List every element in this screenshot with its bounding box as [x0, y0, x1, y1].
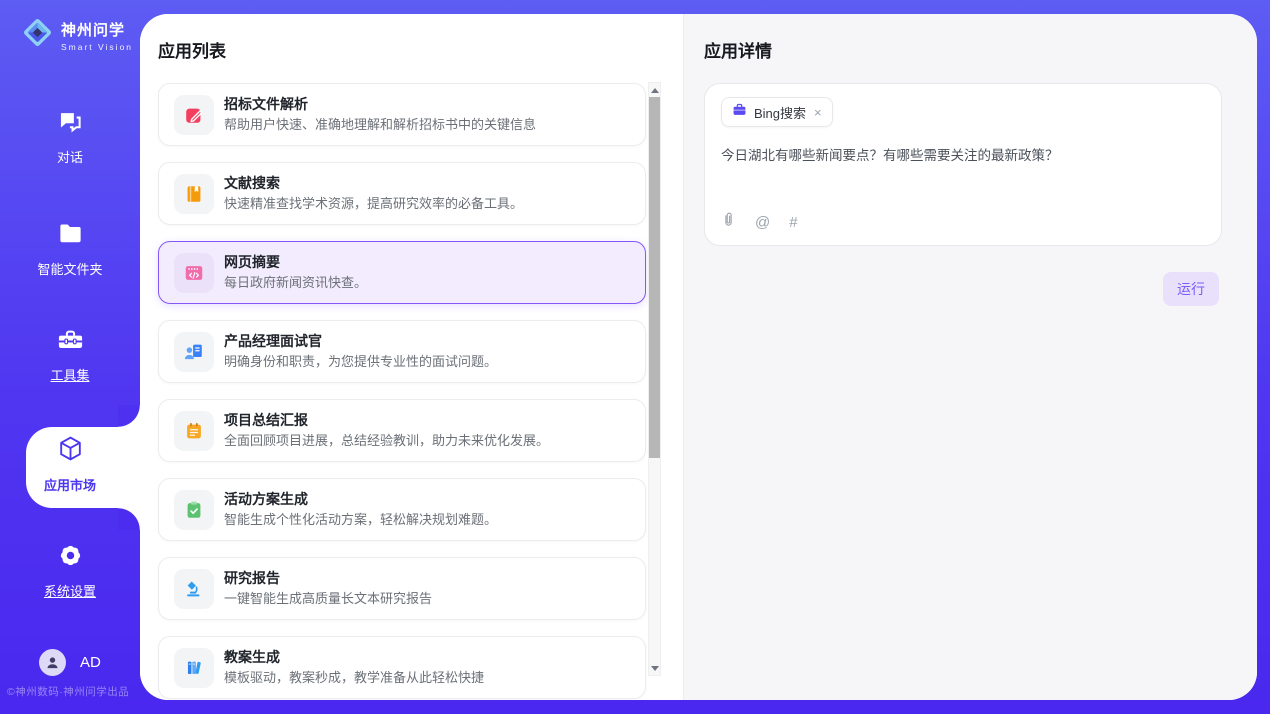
app-card-desc: 智能生成个性化活动方案，轻松解决规划难题。: [224, 512, 497, 528]
app-card-lesson-plan[interactable]: 教案生成 模板驱动，教案秒成，教学准备从此轻松快捷: [158, 636, 646, 699]
query-input[interactable]: 今日湖北有哪些新闻要点？有哪些需要关注的最新政策？: [721, 144, 1205, 211]
briefcase-icon: [732, 102, 747, 122]
scroll-up-arrow-icon[interactable]: [649, 84, 660, 96]
app-card-title: 项目总结汇报: [224, 412, 549, 429]
sidebar-item-label: 应用市场: [44, 475, 96, 494]
app-card-title: 文献搜索: [224, 175, 523, 192]
app-card-web-summary[interactable]: 网页摘要 每日政府新闻资讯快查。: [158, 241, 646, 304]
sidebar: 神州问学 Smart Vision 对话 智能文件夹: [0, 0, 140, 714]
app-detail-title: 应用详情: [704, 40, 1257, 64]
copyright-footer: ©神州数码·神州问学出品: [7, 684, 140, 699]
sidebar-item-settings[interactable]: 系统设置: [0, 542, 140, 600]
sidebar-item-app-market[interactable]: 应用市场: [0, 434, 140, 494]
book-icon: [174, 174, 214, 214]
app-logo: 神州问学 Smart Vision: [21, 16, 133, 54]
sidebar-item-label: 系统设置: [44, 581, 96, 600]
list-scrollbar[interactable]: [648, 82, 661, 676]
app-card-pm-interviewer[interactable]: 产品经理面试官 明确身份和职责，为您提供专业性的面试问题。: [158, 320, 646, 383]
close-icon[interactable]: ×: [814, 105, 822, 120]
app-card-bid-parse[interactable]: 招标文件解析 帮助用户快速、准确地理解和解析招标书中的关键信息: [158, 83, 646, 146]
app-card-desc: 明确身份和职责，为您提供专业性的面试问题。: [224, 354, 497, 370]
notepad-icon: [174, 411, 214, 451]
gear-icon: [57, 542, 84, 574]
app-card-title: 教案生成: [224, 649, 484, 666]
app-card-desc: 快速精准查找学术资源，提高研究效率的必备工具。: [224, 196, 523, 212]
scrollbar-thumb[interactable]: [649, 97, 660, 458]
app-card-desc: 全面回顾项目进展，总结经验教训，助力未来优化发展。: [224, 433, 549, 449]
mention-icon[interactable]: @: [755, 214, 770, 231]
run-button[interactable]: 运行: [1163, 272, 1219, 306]
app-card-desc: 模板驱动，教案秒成，教学准备从此轻松快捷: [224, 670, 484, 686]
user-name: AD: [80, 654, 101, 671]
app-card-desc: 一键智能生成高质量长文本研究报告: [224, 591, 432, 607]
folder-icon: [57, 220, 84, 252]
app-card-desc: 每日政府新闻资讯快查。: [224, 275, 367, 291]
app-card-title: 研究报告: [224, 570, 432, 587]
edit-icon: [174, 95, 214, 135]
chat-icon: [57, 108, 84, 140]
toolbox-icon: [57, 326, 84, 358]
app-card-title: 招标文件解析: [224, 96, 536, 113]
app-detail-pane: 应用详情 Bing搜索 × 今日湖北有哪些新闻要点？有哪些需要关注的最新政策？: [683, 14, 1257, 700]
browser-icon: [174, 253, 214, 293]
sidebar-item-smart-folder[interactable]: 智能文件夹: [0, 220, 140, 278]
app-list-pane: 应用列表 招标文件解析 帮助用户快速、准确地理解和解析招标书中的关键信息: [140, 14, 683, 700]
app-card-literature-search[interactable]: 文献搜索 快速精准查找学术资源，提高研究效率的必备工具。: [158, 162, 646, 225]
tool-tag-bing-search[interactable]: Bing搜索 ×: [721, 97, 833, 127]
sidebar-item-label: 工具集: [50, 365, 89, 384]
brand-name: 神州问学: [61, 19, 133, 40]
brand-subtitle: Smart Vision: [61, 42, 133, 52]
hash-icon[interactable]: #: [789, 214, 797, 231]
app-card-title: 产品经理面试官: [224, 333, 497, 350]
app-card-research-report[interactable]: 研究报告 一键智能生成高质量长文本研究报告: [158, 557, 646, 620]
scroll-down-arrow-icon[interactable]: [649, 662, 660, 674]
query-card: Bing搜索 × 今日湖北有哪些新闻要点？有哪些需要关注的最新政策？ @ #: [704, 83, 1222, 246]
sidebar-item-toolbox[interactable]: 工具集: [0, 326, 140, 384]
sidebar-item-chat[interactable]: 对话: [0, 108, 140, 166]
app-list-title: 应用列表: [158, 40, 683, 64]
user-account[interactable]: AD: [39, 649, 101, 676]
microscope-icon: [174, 569, 214, 609]
app-card-project-summary[interactable]: 项目总结汇报 全面回顾项目进展，总结经验教训，助力未来优化发展。: [158, 399, 646, 462]
app-card-title: 网页摘要: [224, 254, 367, 271]
books-icon: [174, 648, 214, 688]
app-card-event-plan[interactable]: 活动方案生成 智能生成个性化活动方案，轻松解决规划难题。: [158, 478, 646, 541]
app-list: 招标文件解析 帮助用户快速、准确地理解和解析招标书中的关键信息 文献搜索 快速精…: [158, 83, 646, 699]
sidebar-item-label: 智能文件夹: [37, 259, 102, 278]
main-panel: 应用列表 招标文件解析 帮助用户快速、准确地理解和解析招标书中的关键信息: [140, 14, 1257, 700]
cube-icon: [56, 434, 85, 468]
paperclip-icon[interactable]: [721, 211, 736, 233]
clipboard-check-icon: [174, 490, 214, 530]
avatar: [39, 649, 66, 676]
sidebar-item-label: 对话: [57, 147, 83, 166]
app-card-title: 活动方案生成: [224, 491, 497, 508]
diamond-logo-icon: [21, 16, 54, 54]
run-row: 运行: [684, 272, 1257, 306]
tool-tag-label: Bing搜索: [754, 103, 806, 122]
attachment-toolbar: @ #: [721, 211, 1205, 233]
interview-icon: [174, 332, 214, 372]
app-card-desc: 帮助用户快速、准确地理解和解析招标书中的关键信息: [224, 117, 536, 133]
